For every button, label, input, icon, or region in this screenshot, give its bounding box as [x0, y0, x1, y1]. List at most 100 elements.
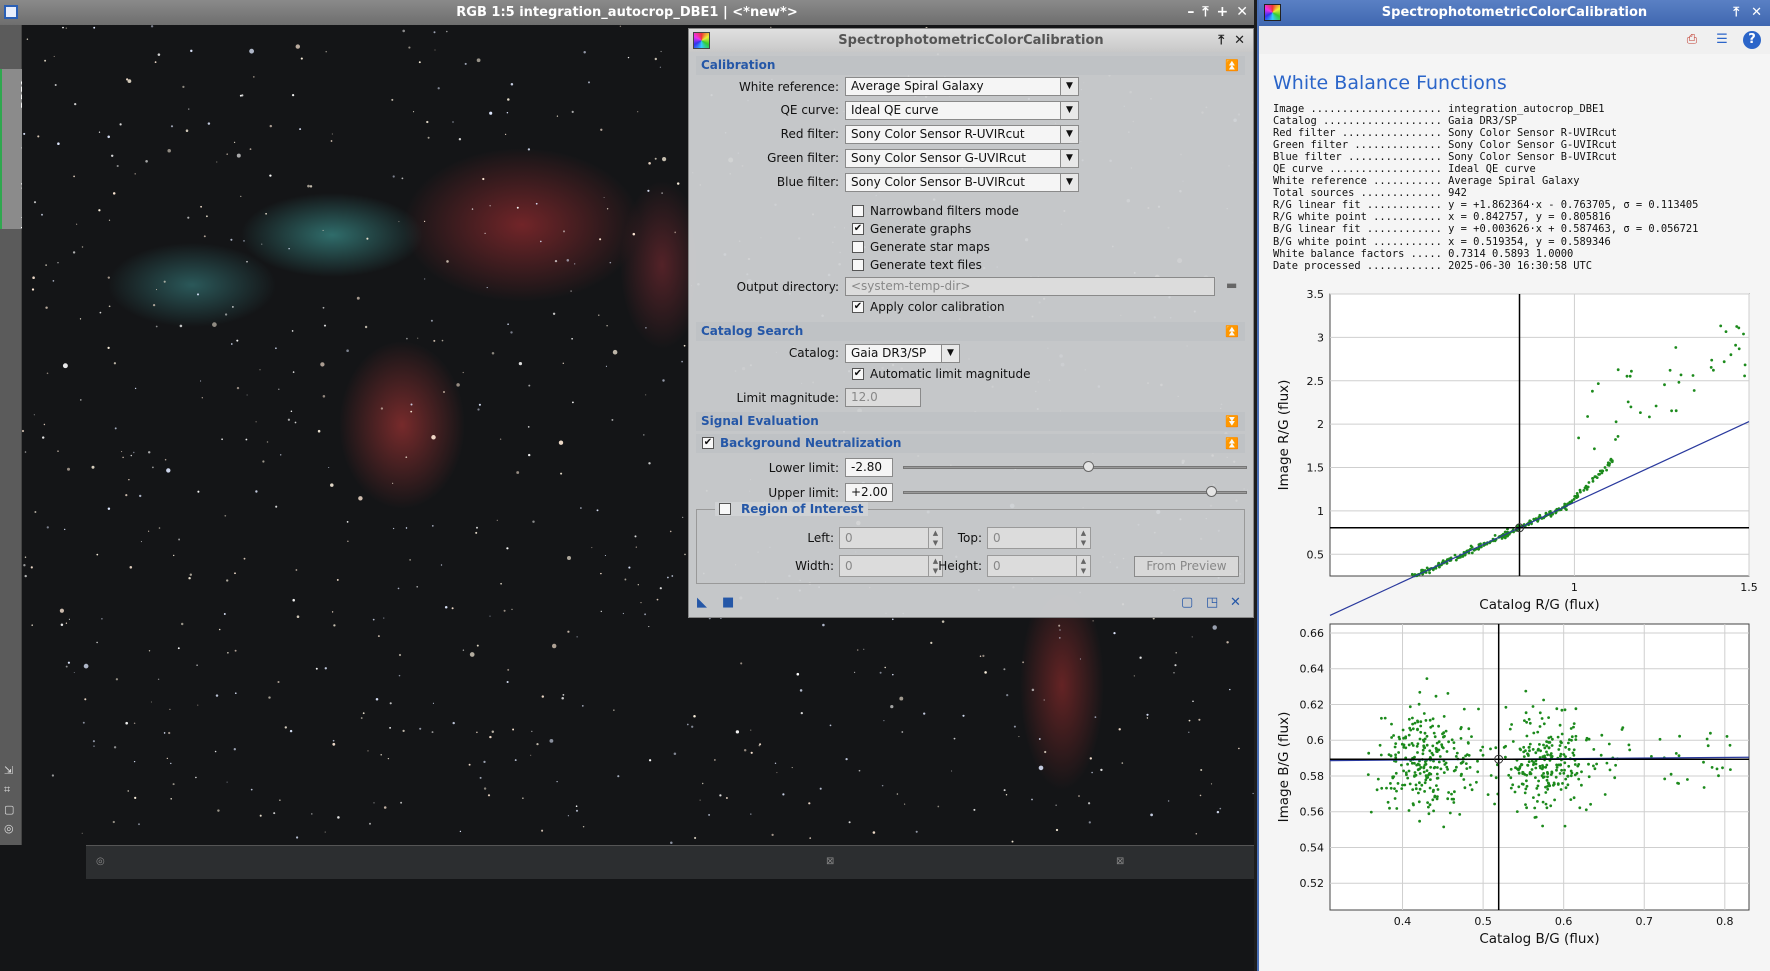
data-point	[1678, 734, 1681, 738]
minimize-icon[interactable]: –	[1187, 0, 1194, 25]
output-directory-field[interactable]: <system-temp-dir>	[845, 277, 1215, 296]
catalog-combo[interactable]: Gaia DR3/SP ▼	[845, 344, 960, 363]
data-point	[1428, 571, 1431, 575]
data-point	[1385, 786, 1388, 790]
data-point	[1410, 742, 1414, 745]
data-point	[1462, 707, 1466, 711]
data-point	[1572, 753, 1576, 757]
generate-star-maps-checkbox[interactable]: Generate star maps	[852, 240, 990, 254]
mask-icon[interactable]: ◎	[4, 822, 14, 835]
blue-filter-combo[interactable]: Sony Color Sensor B-UVIRcut ▼	[845, 173, 1079, 192]
generate-text-files-checkbox[interactable]: Generate text files	[852, 258, 982, 272]
data-point	[1709, 366, 1713, 369]
data-point	[1395, 789, 1398, 793]
lower-limit-slider[interactable]	[903, 461, 1247, 472]
data-point	[1433, 735, 1437, 739]
data-point	[1546, 753, 1549, 757]
data-point	[1587, 762, 1590, 766]
apply-color-calibration-checkbox[interactable]: ✔ Apply color calibration	[852, 300, 1005, 314]
spin-arrows-icon[interactable]: ▲ ▼	[1076, 556, 1090, 576]
close-icon[interactable]: ✕	[1234, 29, 1245, 52]
white-reference-combo[interactable]: Average Spiral Galaxy ▼	[845, 77, 1079, 96]
checkbox-box[interactable]	[719, 503, 731, 515]
data-point	[1537, 747, 1540, 751]
data-point	[1416, 719, 1419, 723]
view-tab[interactable]: integration_autocrop_DBE1	[0, 69, 32, 229]
checkbox-box[interactable]	[852, 259, 864, 271]
calibration-section-header[interactable]: Calibration ⏫	[696, 56, 1245, 75]
shade-icon[interactable]: ⤒	[1218, 29, 1224, 52]
fit-icon[interactable]: ⌗	[4, 783, 14, 797]
collapse-icon[interactable]: ⏫	[1225, 434, 1239, 453]
data-point	[1431, 717, 1435, 721]
data-point	[1435, 784, 1438, 787]
data-point	[1446, 692, 1450, 695]
browse-documentation-icon[interactable]: ▢	[1181, 595, 1193, 610]
reset-icon[interactable]: ✕	[1230, 595, 1241, 610]
maximize-icon[interactable]: +	[1217, 0, 1229, 25]
limit-magnitude-field[interactable]: 12.0	[845, 388, 921, 407]
new-instance-icon[interactable]: ◣	[697, 595, 707, 610]
generate-text-files-label: Generate text files	[870, 258, 982, 272]
preview-icon[interactable]: ▢	[4, 803, 14, 816]
checkbox-box[interactable]	[852, 205, 864, 217]
region-of-interest-checkbox[interactable]: Region of Interest	[715, 502, 868, 516]
data-point	[1737, 326, 1741, 330]
close-icon[interactable]: ✕	[1236, 0, 1248, 25]
background-neutralization-section-header[interactable]: ✔ Background Neutralization ⏫	[696, 434, 1245, 453]
slider-handle[interactable]	[1205, 486, 1217, 497]
red-filter-combo[interactable]: Sony Color Sensor R-UVIRcut ▼	[845, 125, 1079, 144]
spcc-dialog: SpectrophotometricColorCalibration ⤒ ✕ C…	[688, 28, 1254, 618]
data-point	[1410, 572, 1414, 576]
green-filter-combo[interactable]: Sony Color Sensor G-UVIRcut ▼	[845, 149, 1079, 168]
folder-icon[interactable]: ▬	[1226, 278, 1237, 292]
background-neutralization-section-label: Background Neutralization	[720, 436, 902, 450]
spcc-dialog-titlebar[interactable]: SpectrophotometricColorCalibration ⤒ ✕	[689, 29, 1253, 52]
data-point	[1504, 744, 1507, 748]
background-neutralization-checkbox[interactable]: ✔	[702, 437, 714, 449]
collapse-icon[interactable]: ⏫	[1225, 56, 1239, 75]
window-icon[interactable]: ⊠	[1116, 856, 1124, 867]
lower-limit-field[interactable]: -2.80	[845, 458, 893, 477]
checkbox-box[interactable]: ✔	[852, 368, 864, 380]
data-point	[1674, 752, 1678, 755]
slider-handle[interactable]	[1082, 461, 1094, 472]
data-point	[1728, 743, 1732, 747]
height-spinbox[interactable]: 0 ▲ ▼	[987, 555, 1091, 577]
data-point	[1603, 793, 1607, 796]
collapse-icon[interactable]: ⏫	[1225, 322, 1239, 341]
checkbox-box[interactable]: ✔	[852, 223, 864, 235]
data-point	[1625, 374, 1629, 378]
upper-limit-slider[interactable]	[903, 486, 1247, 497]
automatic-limit-magnitude-checkbox[interactable]: ✔ Automatic limit magnitude	[852, 367, 1030, 381]
top-spinbox[interactable]: 0 ▲ ▼	[987, 527, 1091, 549]
data-point	[1394, 742, 1398, 745]
data-point	[1628, 748, 1632, 752]
red-filter-value: Sony Color Sensor R-UVIRcut	[851, 127, 1025, 141]
spin-arrows-icon[interactable]: ▲ ▼	[1076, 528, 1090, 548]
data-point	[1401, 783, 1404, 787]
apply-global-icon[interactable]: ■	[722, 595, 734, 610]
from-preview-button[interactable]: From Preview	[1134, 556, 1239, 577]
qe-curve-combo[interactable]: Ideal QE curve ▼	[845, 101, 1079, 120]
shade-icon[interactable]: ⤒	[1202, 0, 1208, 25]
data-point	[1563, 708, 1567, 712]
chevron-down-icon: ▼	[1060, 126, 1078, 143]
signal-evaluation-section-header[interactable]: Signal Evaluation ⏬	[696, 412, 1245, 431]
image-window-titlebar[interactable]: RGB 1:5 integration_autocrop_DBE1 | <*ne…	[0, 0, 1254, 25]
data-point	[1564, 786, 1568, 790]
generate-graphs-checkbox[interactable]: ✔ Generate graphs	[852, 222, 971, 236]
narrowband-checkbox[interactable]: Narrowband filters mode	[852, 204, 1019, 218]
mask-icon[interactable]: ◎	[96, 856, 105, 867]
expand-icon[interactable]: ⏬	[1225, 412, 1239, 431]
data-point	[1545, 778, 1549, 782]
upper-limit-field[interactable]: +2.00	[845, 483, 893, 502]
checkbox-box[interactable]: ✔	[852, 301, 864, 313]
data-point	[1722, 360, 1726, 364]
checkbox-box[interactable]	[852, 241, 864, 253]
window-icon[interactable]: ⊠	[826, 856, 834, 867]
green-filter-label: Green filter:	[767, 151, 839, 165]
track-view-icon[interactable]: ◳	[1206, 595, 1218, 610]
catalog-search-section-header[interactable]: Catalog Search ⏫	[696, 322, 1245, 341]
resize-icon[interactable]: ⇲	[4, 764, 14, 777]
